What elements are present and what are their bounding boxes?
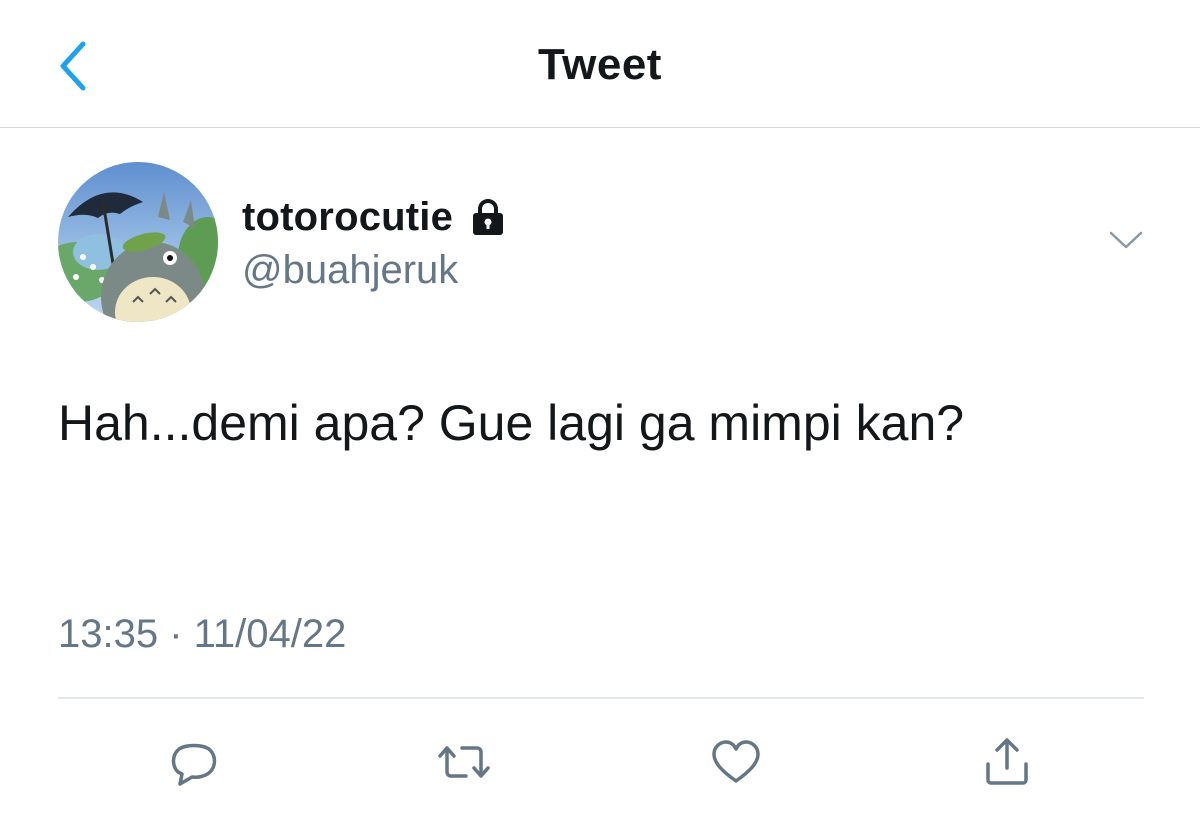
avatar-image — [58, 162, 218, 322]
reply-button[interactable] — [164, 734, 224, 790]
tweet-detail-screen: Tweet totorocutie @buahjeruk Hah...demi … — [0, 0, 1200, 823]
avatar[interactable] — [58, 162, 218, 322]
like-button[interactable] — [706, 734, 766, 790]
heart-icon — [712, 740, 760, 783]
divider — [58, 697, 1144, 699]
share-button[interactable] — [977, 734, 1037, 790]
share-icon — [986, 738, 1028, 785]
page-title: Tweet — [538, 40, 662, 89]
more-options-button[interactable] — [1104, 222, 1148, 258]
reply-icon — [171, 743, 217, 786]
nav-header: Tweet — [0, 0, 1200, 128]
chevron-down-icon — [1109, 231, 1143, 249]
retweet-button[interactable] — [434, 734, 494, 790]
author-name-row[interactable]: totorocutie — [242, 192, 509, 242]
retweet-icon — [438, 746, 490, 778]
tweet-text: Hah...demi apa? Gue lagi ga mimpi kan? — [58, 395, 965, 451]
user-handle[interactable]: @buahjeruk — [242, 248, 458, 293]
display-name[interactable]: totorocutie — [242, 195, 453, 240]
lock-icon — [467, 196, 509, 238]
tweet-timestamp: 13:35 · 11/04/22 — [58, 612, 347, 656]
